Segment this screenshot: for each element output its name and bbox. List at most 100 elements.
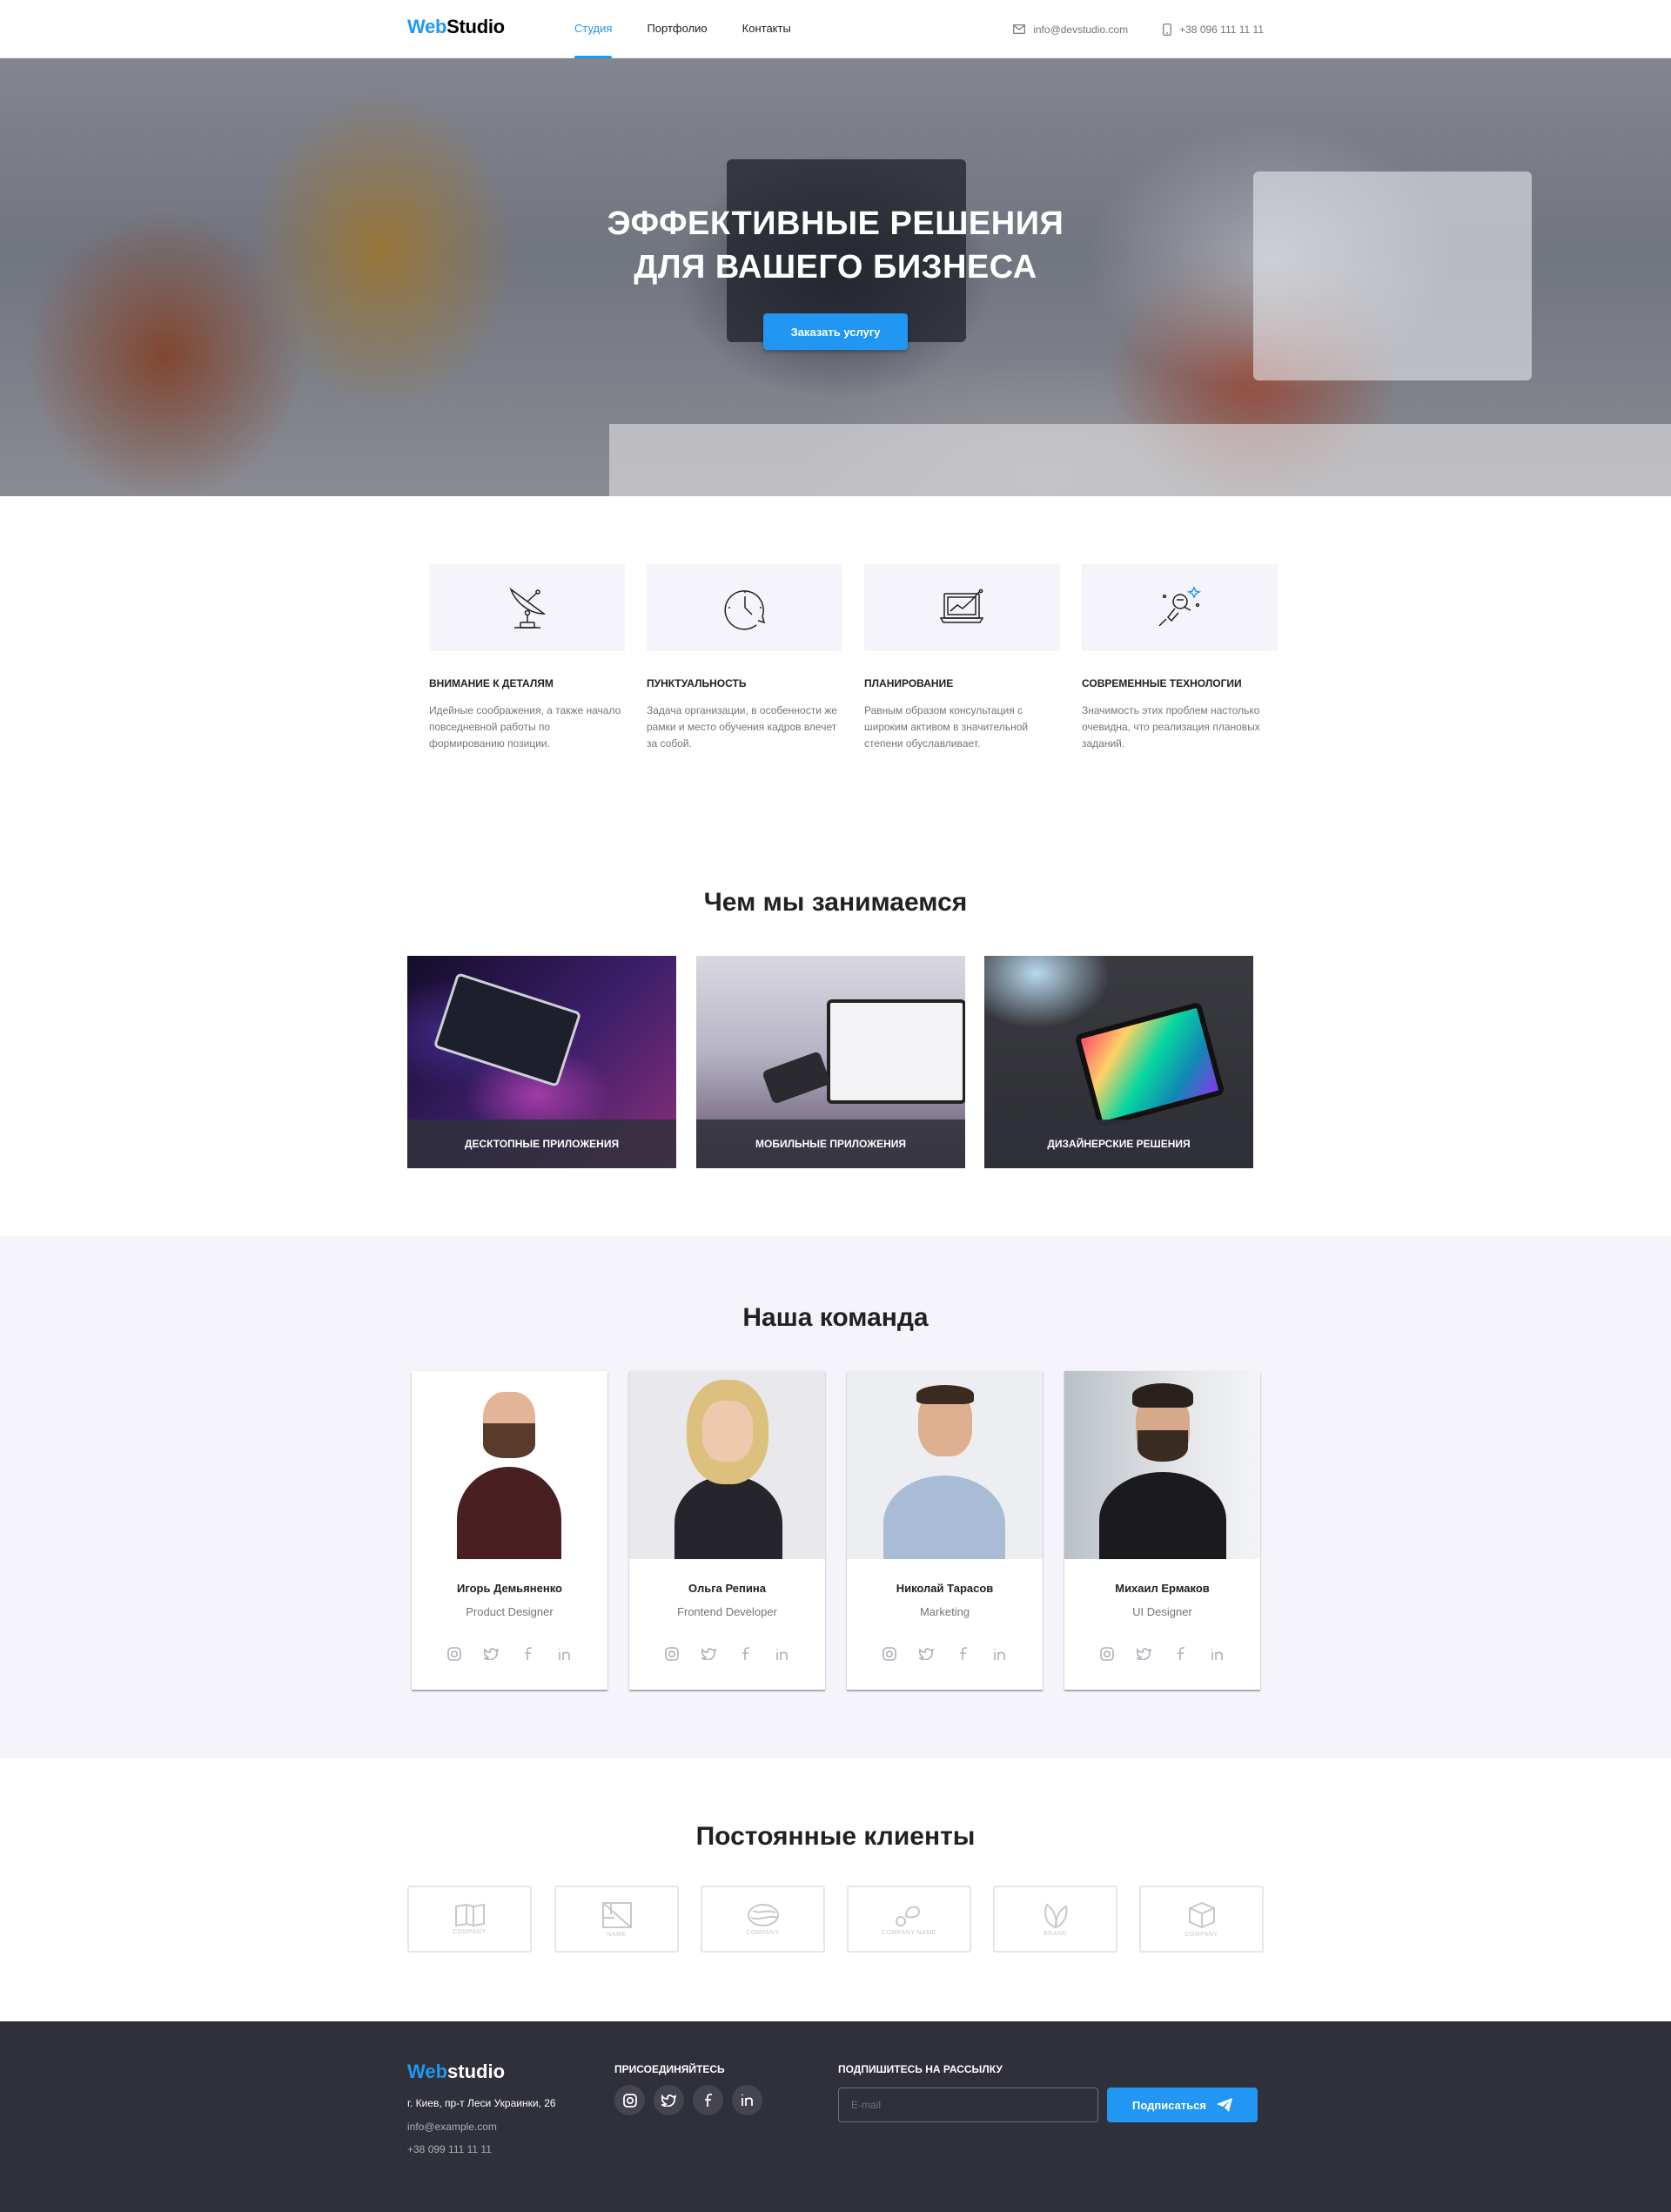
leaf-logo-icon (1044, 1903, 1067, 1929)
client-logo[interactable]: COMPANY (701, 1886, 825, 1953)
facebook-icon[interactable] (693, 2085, 723, 2115)
feature-title: Планирование (864, 677, 954, 689)
instagram-icon[interactable] (1097, 1644, 1117, 1664)
site-footer: Webstudio г. Киев, пр-т Леси Украинки, 2… (0, 2021, 1671, 2212)
footer-logo-text: studio (447, 2061, 506, 2082)
hero-photo-desk (609, 424, 1671, 496)
astronaut-icon (1158, 586, 1201, 627)
feature-text: Значимость этих проблем настолько очевид… (1082, 704, 1260, 750)
main-nav: Студия Портфолио Контакты (574, 0, 791, 59)
linkedin-icon[interactable] (990, 1644, 1010, 1664)
client-logo-label: NAME (607, 1932, 627, 1938)
order-service-button[interactable]: Заказать услугу (763, 313, 908, 350)
footer-subscribe-title: Подпишитесь на рассылку (838, 2063, 1003, 2075)
instagram-icon[interactable] (614, 2085, 645, 2115)
feature-title: Внимание к деталям (429, 677, 554, 689)
header-phone-link[interactable]: +38 096 111 11 11 (1163, 24, 1264, 36)
header-email: info@devstudio.com (1033, 23, 1129, 36)
service-card[interactable]: Мобильные приложения (696, 956, 965, 1168)
member-beard (483, 1423, 535, 1458)
member-beard (1137, 1430, 1188, 1462)
footer-logo[interactable]: Webstudio (407, 2061, 505, 2083)
client-logo[interactable]: COMPANY NAME (847, 1886, 971, 1953)
member-role: Product Designer (466, 1605, 554, 1618)
twitter-icon[interactable] (699, 1644, 718, 1664)
facebook-icon[interactable] (736, 1644, 755, 1664)
nav-item-studio[interactable]: Студия (574, 0, 613, 59)
footer-email[interactable]: info@example.com (407, 2121, 497, 2133)
client-logo[interactable]: BRAND (993, 1886, 1117, 1953)
subscribe-button[interactable]: Подписаться (1107, 2088, 1258, 2122)
linkedin-icon[interactable] (732, 2085, 762, 2115)
member-face (702, 1401, 753, 1462)
logo-text: Studio (446, 16, 505, 37)
twitter-icon[interactable] (1134, 1644, 1153, 1664)
member-hair (1132, 1383, 1193, 1408)
member-name: Николай Тарасов (896, 1582, 994, 1595)
feature-text: Идейные соображения, а также начало повс… (429, 704, 621, 750)
twitter-icon[interactable] (654, 2085, 684, 2115)
nav-item-contacts[interactable]: Контакты (742, 0, 791, 58)
feature-card: Внимание к деталям Идейные соображения, … (429, 564, 625, 752)
clock-icon (723, 590, 765, 630)
member-role: Frontend Developer (677, 1605, 777, 1618)
member-shirt (883, 1476, 1005, 1559)
member-photo (1064, 1371, 1260, 1559)
facebook-icon[interactable] (1171, 1644, 1191, 1664)
client-logo-label: BRAND (1043, 1931, 1067, 1937)
clients-title: Постоянные клиенты (695, 1822, 976, 1851)
member-hair (916, 1385, 974, 1404)
feature-card: Пунктуальность Задача организации, в осо… (647, 564, 842, 752)
header-contacts: info@devstudio.com +38 096 111 11 11 (1013, 0, 1264, 58)
feature-title: Современные технологии (1082, 677, 1242, 689)
linkedin-icon[interactable] (555, 1644, 574, 1664)
footer-socials (614, 2085, 762, 2115)
service-photo-laptop (433, 972, 582, 1087)
member-shirt (457, 1467, 561, 1559)
client-logo[interactable]: NAME (554, 1886, 679, 1953)
service-card[interactable]: Десктопные приложения (407, 956, 676, 1168)
footer-logo-accent: Web (407, 2061, 448, 2082)
logo[interactable]: WebStudio (407, 16, 505, 38)
circle-logo-icon (747, 1904, 779, 1926)
feature-icon-box (647, 564, 842, 651)
header-email-link[interactable]: info@devstudio.com (1013, 24, 1128, 36)
instagram-icon[interactable] (445, 1644, 464, 1664)
twitter-icon[interactable] (481, 1644, 500, 1664)
linkedin-icon[interactable] (1208, 1644, 1227, 1664)
subscribe-email-input[interactable] (838, 2088, 1098, 2122)
feature-icon-box (1082, 564, 1278, 651)
member-name: Михаил Ермаков (1115, 1582, 1210, 1595)
facebook-icon[interactable] (954, 1644, 973, 1664)
instagram-icon[interactable] (880, 1644, 899, 1664)
client-logo-label: COMPANY NAME (882, 1930, 936, 1936)
client-logo[interactable]: COMPANY (1139, 1886, 1264, 1953)
service-caption: Дизайнерские решения (984, 1119, 1253, 1168)
member-photo (629, 1371, 825, 1559)
nav-item-portfolio[interactable]: Портфолио (647, 0, 707, 58)
team-card: Ольга Репина Frontend Developer (629, 1371, 825, 1690)
team-card: Игорь Демьяненко Product Designer (412, 1371, 607, 1690)
member-socials (655, 1644, 799, 1664)
service-caption: Десктопные приложения (407, 1119, 676, 1168)
twitter-icon[interactable] (916, 1644, 936, 1664)
hero-title-line1: Эффективные решения (607, 205, 1064, 242)
client-logo[interactable]: COMPANY (407, 1886, 532, 1953)
member-tshirt (1099, 1472, 1226, 1559)
services-title: Чем мы занимаемся (703, 888, 968, 917)
square-logo-icon (601, 1902, 632, 1928)
member-socials (873, 1644, 1017, 1664)
service-card[interactable]: Дизайнерские решения (984, 956, 1253, 1168)
hero: Эффективные решения для вашего бизнеса З… (0, 58, 1671, 496)
drops-logo-icon (895, 1906, 920, 1926)
service-caption: Мобильные приложения (696, 1119, 965, 1168)
footer-phone[interactable]: +38 099 111 11 11 (407, 2143, 492, 2155)
client-logo-label: COMPANY (746, 1930, 780, 1936)
service-photo-laptop (827, 999, 965, 1104)
feature-text: Равным образом консультация с широким ак… (864, 704, 1029, 750)
facebook-icon[interactable] (519, 1644, 538, 1664)
feature-card: Современные технологии Значимость этих п… (1082, 564, 1278, 752)
client-logo-label: COMPANY (1184, 1932, 1218, 1938)
linkedin-icon[interactable] (773, 1644, 792, 1664)
instagram-icon[interactable] (662, 1644, 681, 1664)
